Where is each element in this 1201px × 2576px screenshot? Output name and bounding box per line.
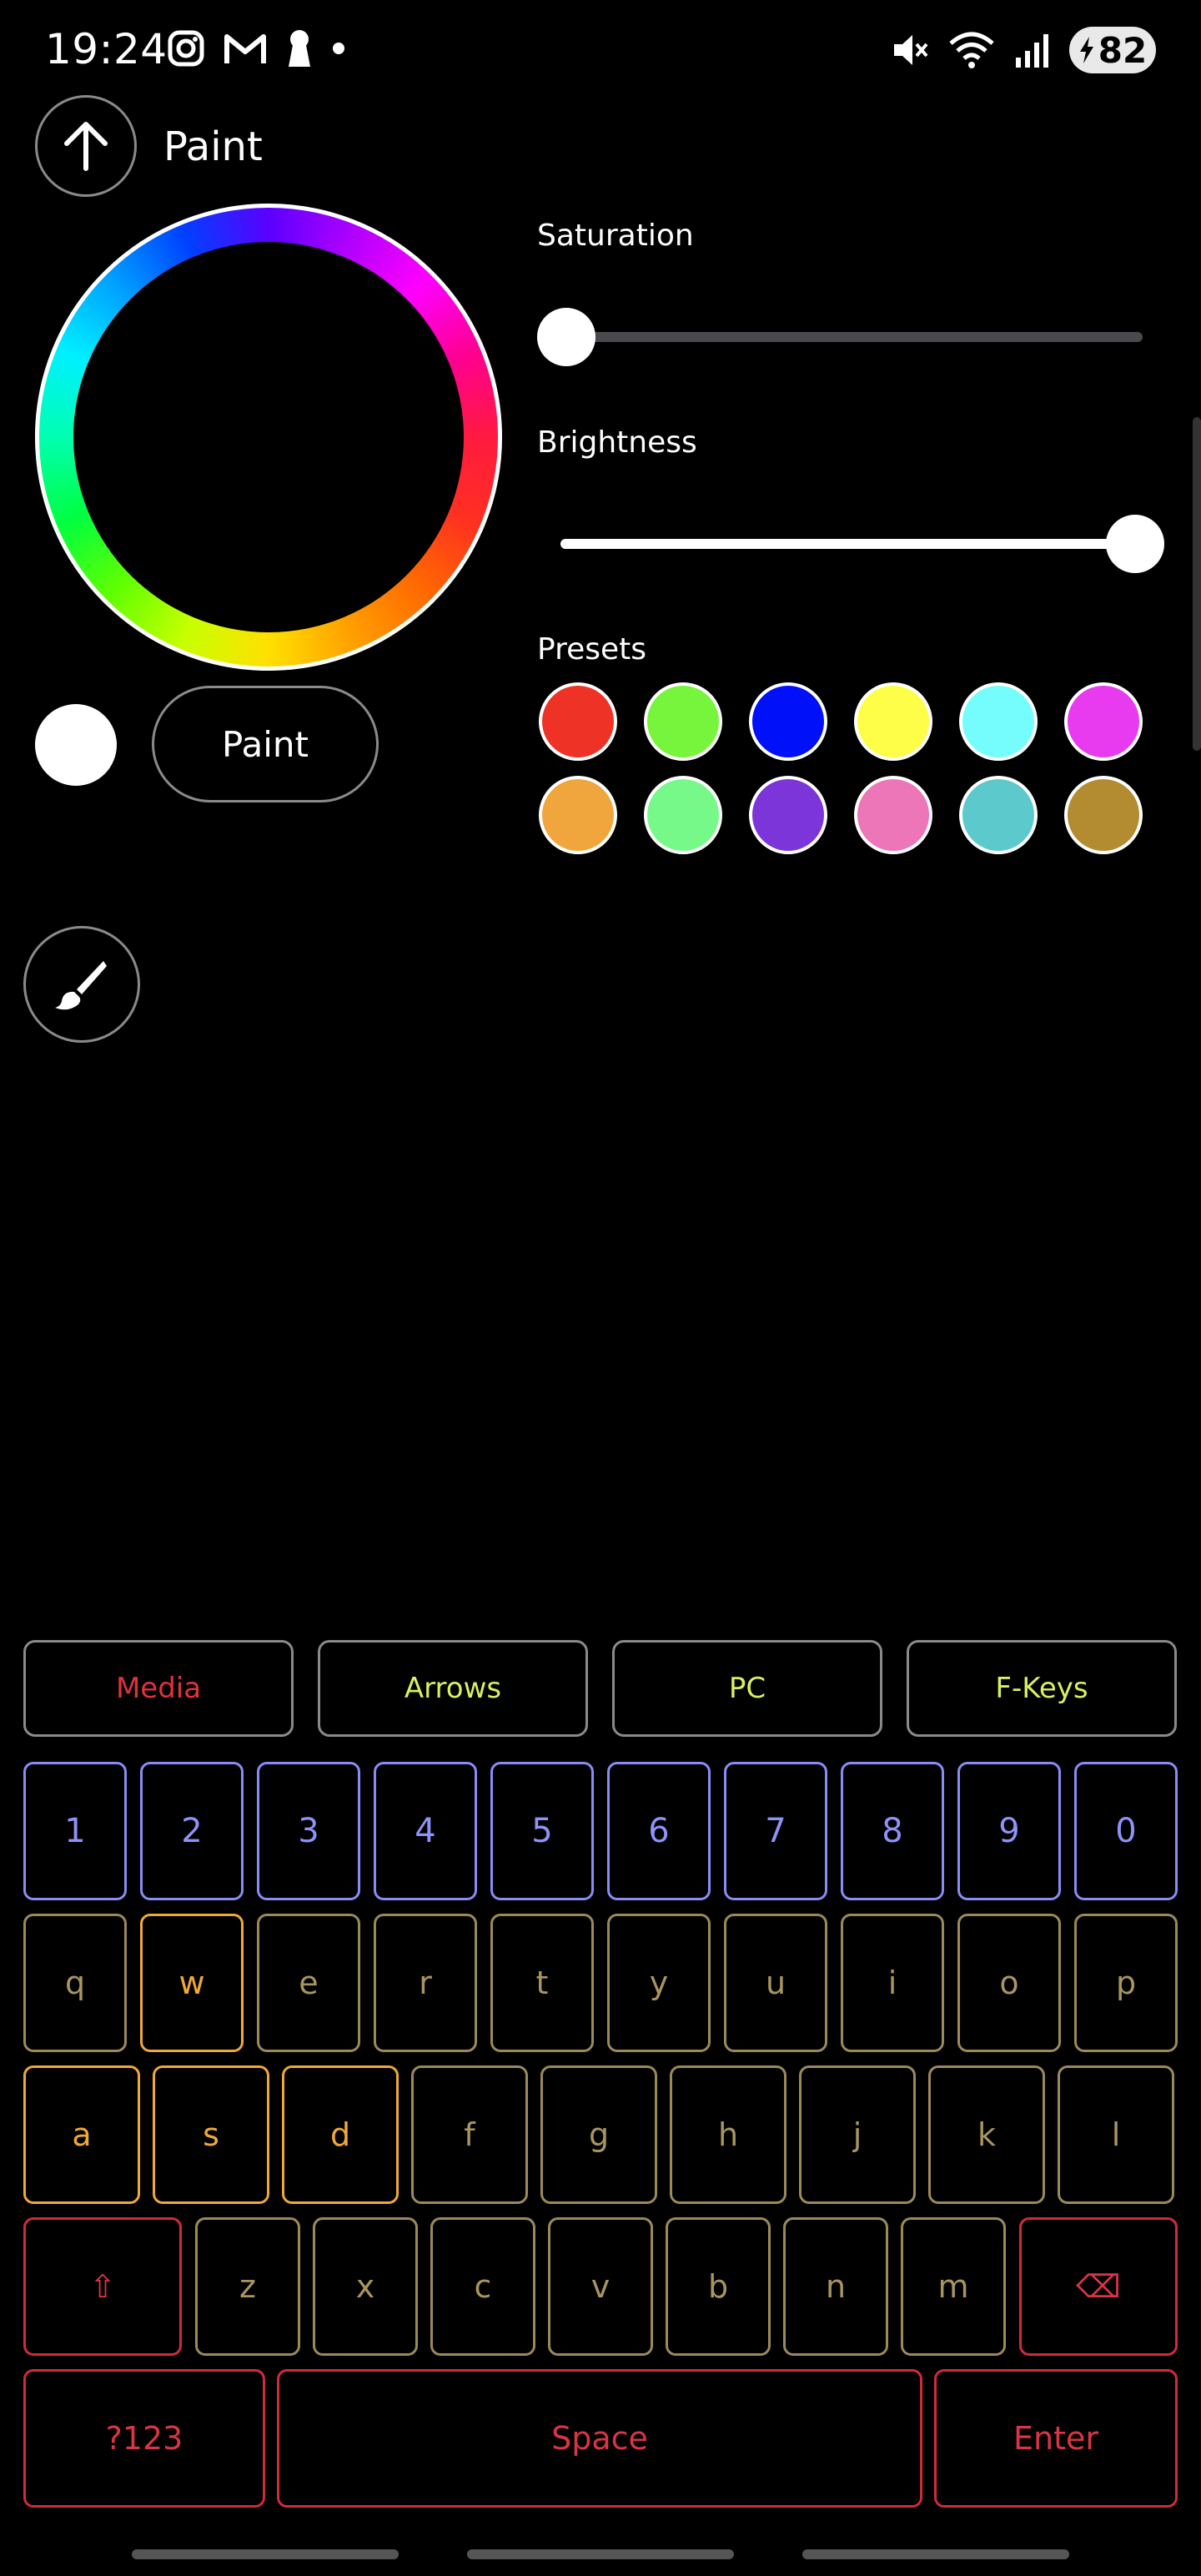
key-r[interactable]: r	[374, 1914, 477, 2052]
color-wheel-rim	[35, 204, 502, 671]
brightness-thumb[interactable]	[1106, 515, 1164, 573]
wifi-icon	[949, 32, 994, 68]
key-f[interactable]: f	[411, 2065, 528, 2204]
backspace-key[interactable]: ⌫	[1019, 2217, 1178, 2356]
preset-swatch[interactable]	[644, 776, 722, 854]
key-6[interactable]: 6	[607, 1762, 711, 1900]
key-1[interactable]: 1	[23, 1762, 127, 1900]
preset-swatch[interactable]	[854, 682, 932, 761]
key-7[interactable]: 7	[724, 1762, 827, 1900]
charging-icon	[1079, 37, 1093, 63]
key-k[interactable]: k	[928, 2065, 1045, 2204]
brush-button[interactable]	[23, 926, 140, 1043]
tab-media[interactable]: Media	[23, 1640, 294, 1737]
preset-swatch[interactable]	[749, 776, 827, 854]
key-s[interactable]: s	[153, 2065, 269, 2204]
symbols-key[interactable]: ?123	[23, 2369, 265, 2508]
brush-icon	[55, 961, 107, 1010]
key-4[interactable]: 4	[374, 1762, 477, 1900]
key-m[interactable]: m	[901, 2217, 1006, 2356]
nav-pill-center[interactable]	[467, 2549, 734, 2559]
instagram-icon	[168, 30, 204, 67]
tab-f-keys[interactable]: F-Keys	[907, 1640, 1177, 1737]
tab-arrows[interactable]: Arrows	[318, 1640, 588, 1737]
nav-pill-right[interactable]	[802, 2549, 1069, 2559]
current-color-swatch	[35, 704, 117, 786]
preset-swatch[interactable]	[644, 682, 722, 761]
key-b[interactable]: b	[666, 2217, 771, 2356]
presets-label: Presets	[537, 632, 647, 667]
status-time: 19:24	[45, 25, 168, 73]
shift-key[interactable]: ⇧	[23, 2217, 182, 2356]
nav-pill-left[interactable]	[132, 2549, 399, 2559]
key-a[interactable]: a	[23, 2065, 140, 2204]
key-g[interactable]: g	[540, 2065, 657, 2204]
key-5[interactable]: 5	[490, 1762, 594, 1900]
key-v[interactable]: v	[548, 2217, 653, 2356]
saturation-thumb[interactable]	[537, 308, 595, 366]
key-c[interactable]: c	[430, 2217, 535, 2356]
key-o[interactable]: o	[957, 1914, 1061, 2052]
mute-icon	[894, 35, 928, 65]
key-j[interactable]: j	[799, 2065, 916, 2204]
battery-level: 82	[1098, 29, 1148, 71]
key-3[interactable]: 3	[257, 1762, 360, 1900]
page-title: Paint	[163, 123, 263, 170]
preset-swatch[interactable]	[1064, 776, 1143, 854]
key-d[interactable]: d	[282, 2065, 399, 2204]
key-z[interactable]: z	[195, 2217, 300, 2356]
preset-swatch[interactable]	[539, 776, 617, 854]
key-t[interactable]: t	[490, 1914, 594, 2052]
key-u[interactable]: u	[724, 1914, 827, 2052]
battery-indicator: 82	[1069, 27, 1156, 73]
saturation-label: Saturation	[537, 219, 694, 253]
preset-swatch[interactable]	[959, 682, 1038, 761]
key-e[interactable]: e	[257, 1914, 360, 2052]
key-y[interactable]: y	[607, 1914, 711, 2052]
enter-key[interactable]: Enter	[934, 2369, 1178, 2508]
key-q[interactable]: q	[23, 1914, 127, 2052]
status-icons-left	[167, 28, 345, 68]
brightness-track[interactable]	[560, 539, 1136, 549]
dot-icon	[333, 43, 344, 54]
preset-swatch[interactable]	[749, 682, 827, 761]
scroll-indicator[interactable]	[1193, 417, 1201, 751]
status-icons-right: 82	[889, 27, 1156, 73]
preset-swatch[interactable]	[539, 682, 617, 761]
key-i[interactable]: i	[841, 1914, 944, 2052]
arrow-up-icon	[64, 122, 108, 171]
key-2[interactable]: 2	[140, 1762, 244, 1900]
back-button[interactable]	[35, 95, 137, 197]
key-p[interactable]: p	[1074, 1914, 1178, 2052]
key-9[interactable]: 9	[957, 1762, 1061, 1900]
gmail-icon	[224, 34, 266, 63]
key-x[interactable]: x	[313, 2217, 418, 2356]
key-n[interactable]: n	[783, 2217, 888, 2356]
space-key[interactable]: Space	[277, 2369, 922, 2508]
signal-icon	[1016, 34, 1048, 68]
keyhole-icon	[289, 30, 310, 67]
key-0[interactable]: 0	[1074, 1762, 1178, 1900]
key-l[interactable]: l	[1058, 2065, 1174, 2204]
key-8[interactable]: 8	[841, 1762, 944, 1900]
preset-swatch[interactable]	[1064, 682, 1143, 761]
saturation-track[interactable]	[564, 332, 1143, 342]
key-h[interactable]: h	[670, 2065, 786, 2204]
tab-pc[interactable]: PC	[612, 1640, 882, 1737]
preset-swatch[interactable]	[959, 776, 1038, 854]
paint-button[interactable]: Paint	[152, 686, 379, 802]
key-w[interactable]: w	[140, 1914, 244, 2052]
brightness-label: Brightness	[537, 425, 697, 460]
preset-swatch[interactable]	[854, 776, 932, 854]
